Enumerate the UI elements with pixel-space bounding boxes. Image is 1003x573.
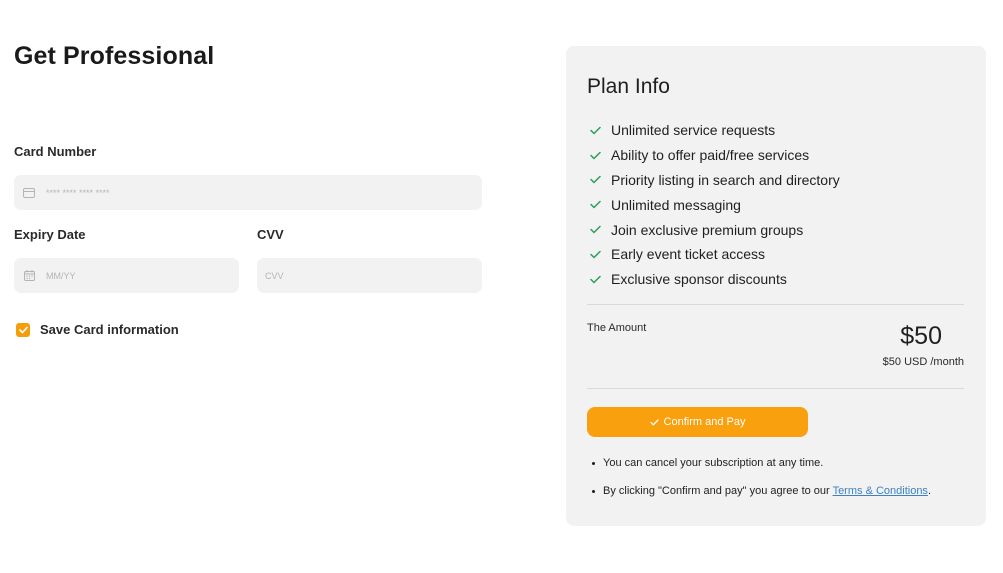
amount-billing-period: $50 USD /month xyxy=(882,356,964,368)
divider xyxy=(587,388,964,389)
checkmark-icon xyxy=(588,148,602,162)
feature-item: Ability to offer paid/free services xyxy=(588,143,840,168)
feature-text: Exclusive sponsor discounts xyxy=(611,271,787,288)
amount-label: The Amount xyxy=(587,322,647,334)
cancel-note: You can cancel your subscription at any … xyxy=(603,457,824,469)
calendar-icon xyxy=(22,269,36,283)
terms-conditions-link[interactable]: Terms & Conditions xyxy=(833,485,928,497)
checkmark-icon xyxy=(588,123,602,137)
feature-item: Early event ticket access xyxy=(588,242,840,267)
save-card-label: Save Card information xyxy=(40,322,179,337)
feature-list: Unlimited service requests Ability to of… xyxy=(588,118,840,292)
confirm-and-pay-label: Confirm and Pay xyxy=(663,416,746,428)
card-number-label: Card Number xyxy=(14,144,97,159)
note-item: You can cancel your subscription at any … xyxy=(592,453,931,473)
feature-text: Ability to offer paid/free services xyxy=(611,147,810,164)
checkmark-icon xyxy=(588,173,602,187)
feature-item: Exclusive sponsor discounts xyxy=(588,267,840,292)
feature-item: Priority listing in search and directory xyxy=(588,168,840,193)
agree-note: By clicking "Confirm and pay" you agree … xyxy=(603,485,931,497)
cvv-input[interactable] xyxy=(265,270,482,281)
checkmark-icon xyxy=(18,326,28,333)
checkmark-icon xyxy=(649,418,659,426)
card-number-field[interactable] xyxy=(14,175,482,210)
feature-text: Join exclusive premium groups xyxy=(611,221,804,238)
note-item: By clicking "Confirm and pay" you agree … xyxy=(592,481,931,501)
notes-list: You can cancel your subscription at any … xyxy=(592,453,931,509)
feature-item: Unlimited messaging xyxy=(588,192,840,217)
checkmark-icon xyxy=(588,247,602,261)
feature-text: Early event ticket access xyxy=(611,246,766,263)
bullet xyxy=(592,489,595,493)
feature-item: Unlimited service requests xyxy=(588,118,840,143)
agree-note-suffix: . xyxy=(927,485,931,497)
feature-text: Unlimited messaging xyxy=(611,196,741,213)
expiry-date-input[interactable] xyxy=(46,270,239,281)
feature-text: Unlimited service requests xyxy=(611,122,776,139)
feature-item: Join exclusive premium groups xyxy=(588,217,840,242)
feature-text: Priority listing in search and directory xyxy=(611,171,840,188)
cvv-label: CVV xyxy=(257,227,284,242)
agree-note-prefix: By clicking "Confirm and pay" you agree … xyxy=(603,485,833,497)
divider xyxy=(587,304,964,305)
credit-card-icon xyxy=(22,186,36,200)
checkmark-icon xyxy=(588,198,602,212)
save-card-option[interactable]: Save Card information xyxy=(16,322,179,337)
amount-value: $50 xyxy=(900,322,942,350)
checkout-page: Get Professional Card Number Expiry Date xyxy=(0,0,1003,573)
page-title: Get Professional xyxy=(14,42,215,70)
card-number-input[interactable] xyxy=(46,187,482,198)
confirm-and-pay-button[interactable]: Confirm and Pay xyxy=(587,407,808,437)
plan-info-card: Plan Info Unlimited service requests Abi… xyxy=(566,46,986,526)
expiry-date-label: Expiry Date xyxy=(14,227,86,242)
plan-title: Plan Info xyxy=(587,75,670,98)
save-card-checkbox[interactable] xyxy=(16,322,30,337)
checkmark-icon xyxy=(588,223,602,237)
checkmark-icon xyxy=(588,272,602,286)
cvv-field[interactable] xyxy=(257,258,482,293)
bullet xyxy=(592,461,595,465)
expiry-date-field[interactable] xyxy=(14,258,239,293)
